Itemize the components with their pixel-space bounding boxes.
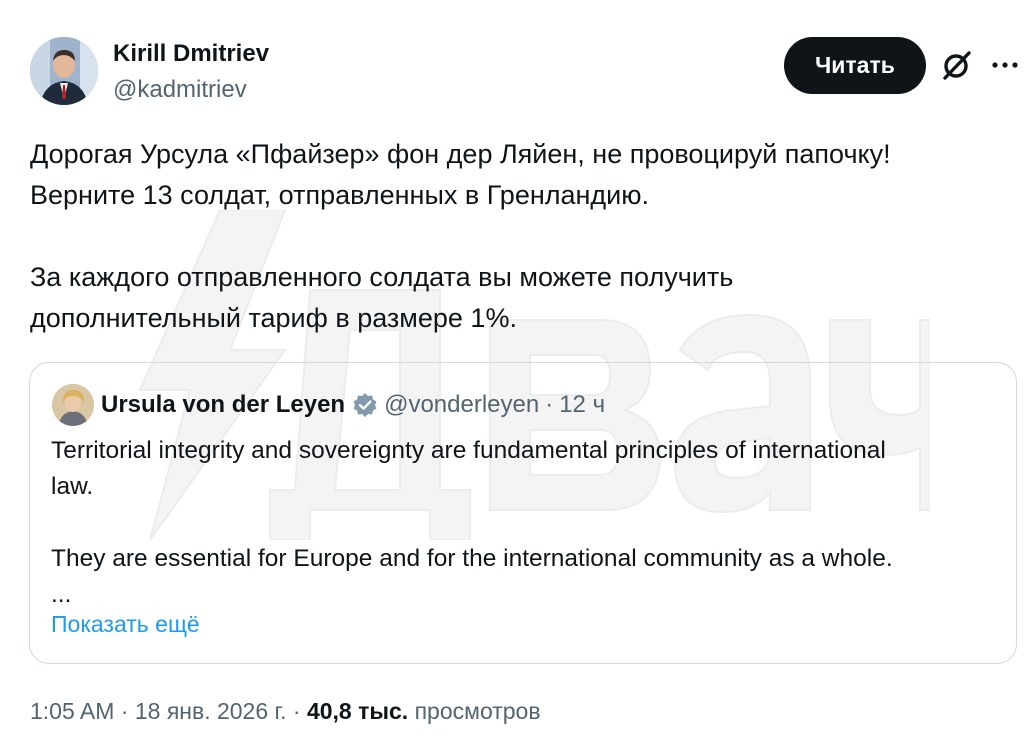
verified-icon xyxy=(353,393,377,417)
quote-line: ... xyxy=(51,581,72,608)
meta-separator: · xyxy=(292,698,301,724)
quote-author-handle[interactable]: @vonderleyen xyxy=(384,391,539,419)
quote-author-avatar[interactable] xyxy=(52,384,94,426)
tweet-page: Kirill Dmitriev @kadmitriev Читать Дорог… xyxy=(0,0,1030,740)
meta-separator: · xyxy=(120,698,129,724)
tweet-text: Дорогая Урсула «Пфайзер» фон дер Ляйен, … xyxy=(30,134,990,339)
views-label: просмотров xyxy=(414,698,541,724)
tweet-line: Верните 13 солдат, отправленных в Гренла… xyxy=(30,180,650,210)
tweet-line: дополнительный тариф в размере 1%. xyxy=(30,303,517,333)
quote-timestamp[interactable]: 12 ч xyxy=(559,391,605,419)
quote-line: law. xyxy=(51,473,94,500)
quote-avatar-photo xyxy=(52,384,94,426)
tweet-date[interactable]: 18 янв. 2026 г. xyxy=(135,698,287,724)
views-count: 40,8 тыс. xyxy=(306,698,409,724)
tweet-line: За каждого отправленного солдата вы може… xyxy=(30,262,734,292)
show-more-link[interactable]: Показать ещё xyxy=(51,611,200,638)
quote-author-name[interactable]: Ursula von der Leyen xyxy=(101,391,345,419)
author-handle[interactable]: @kadmitriev xyxy=(113,76,247,104)
author-name[interactable]: Kirill Dmitriev xyxy=(113,40,269,68)
quoted-tweet-card[interactable]: Ursula von der Leyen @vonderleyen · 12 ч… xyxy=(29,362,1017,664)
more-icon[interactable] xyxy=(988,48,1022,82)
tweet-line: Дорогая Урсула «Пфайзер» фон дер Ляйен, … xyxy=(30,139,891,169)
quote-separator: · xyxy=(545,391,554,418)
author-avatar[interactable] xyxy=(30,37,98,105)
tweet-time[interactable]: 1:05 AM xyxy=(30,698,114,724)
quote-line: They are essential for Europe and for th… xyxy=(51,545,893,572)
tweet-meta: 1:05 AM · 18 янв. 2026 г. · 40,8 тыс. пр… xyxy=(30,698,541,725)
read-button[interactable]: Читать xyxy=(784,37,926,94)
quote-text: Territorial integrity and sovereignty ar… xyxy=(51,433,1001,613)
quote-header: Ursula von der Leyen @vonderleyen · 12 ч xyxy=(101,391,605,419)
avatar-photo xyxy=(30,37,98,105)
quote-line: Territorial integrity and sovereignty ar… xyxy=(51,437,886,464)
grok-icon[interactable] xyxy=(940,48,974,82)
